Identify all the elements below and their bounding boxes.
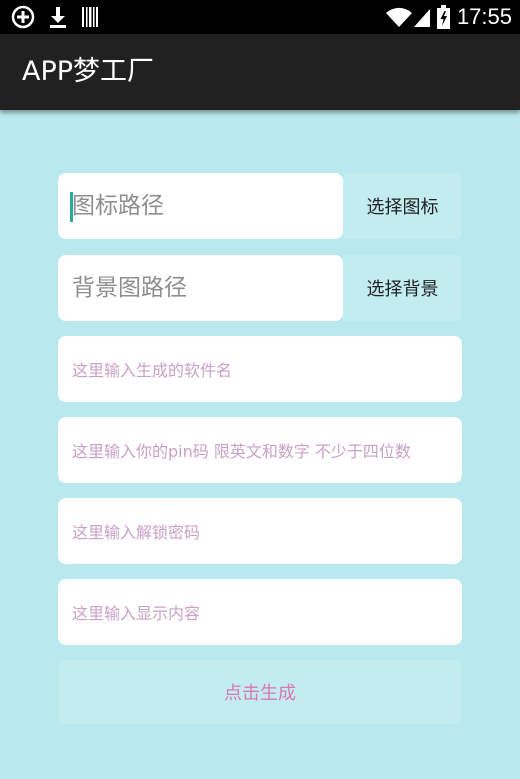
text-cursor bbox=[70, 192, 73, 222]
app-name-input[interactable]: 这里输入生成的软件名 bbox=[58, 336, 462, 402]
display-content-input[interactable]: 这里输入显示内容 bbox=[58, 579, 462, 645]
status-bar: 17:55 bbox=[0, 0, 520, 34]
background-path-input[interactable]: 背景图路径 bbox=[58, 255, 343, 321]
unlock-password-input[interactable]: 这里输入解锁密码 bbox=[58, 498, 462, 564]
select-background-button[interactable]: 选择背景 bbox=[343, 255, 462, 321]
app-title: APP梦工厂 bbox=[22, 56, 155, 87]
action-bar: APP梦工厂 bbox=[0, 34, 520, 110]
select-icon-button[interactable]: 选择图标 bbox=[343, 173, 462, 239]
icon-path-row: 图标路径 选择图标 bbox=[58, 173, 462, 239]
icon-path-input[interactable]: 图标路径 bbox=[58, 173, 343, 239]
background-path-placeholder: 背景图路径 bbox=[72, 275, 187, 301]
wifi-icon bbox=[385, 5, 413, 29]
battery-icon bbox=[435, 5, 451, 29]
background-path-row: 背景图路径 选择背景 bbox=[58, 255, 462, 321]
signal-icon bbox=[412, 5, 432, 29]
icon-path-placeholder: 图标路径 bbox=[72, 193, 164, 219]
barcode-icon bbox=[80, 5, 100, 29]
add-circle-icon bbox=[10, 5, 36, 29]
status-time: 17:55 bbox=[456, 4, 512, 29]
generate-button[interactable]: 点击生成 bbox=[58, 660, 462, 724]
download-icon bbox=[46, 5, 70, 29]
pin-input[interactable]: 这里输入你的pin码 限英文和数字 不少于四位数 bbox=[58, 417, 462, 483]
